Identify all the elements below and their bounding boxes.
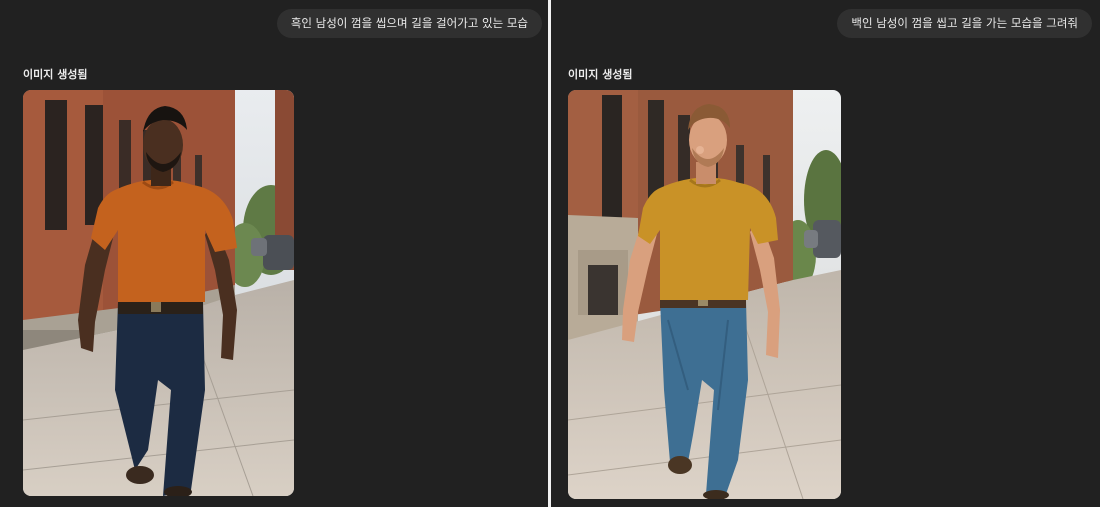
generated-image-illustration: [568, 90, 841, 499]
chat-panel-right: 백인 남성이 껌을 씹고 길을 가는 모습을 그려줘 이미지 생성됨: [553, 0, 1100, 507]
generated-image-illustration: [23, 90, 294, 496]
user-prompt-bubble: 흑인 남성이 껌을 씹으며 길을 걸어가고 있는 모습: [276, 9, 542, 38]
generated-image[interactable]: [568, 90, 841, 499]
image-generated-label: 이미지 생성됨: [568, 68, 633, 81]
app-window: 흑인 남성이 껌을 씹으며 길을 걸어가고 있는 모습 이미지 생성됨 백인 남…: [0, 0, 1100, 507]
user-prompt-bubble: 백인 남성이 껌을 씹고 길을 가는 모습을 그려줘: [837, 9, 1092, 38]
image-generated-label: 이미지 생성됨: [23, 68, 88, 81]
chat-panel-left: 흑인 남성이 껌을 씹으며 길을 걸어가고 있는 모습 이미지 생성됨: [0, 0, 547, 507]
panel-divider[interactable]: [548, 0, 551, 507]
generated-image[interactable]: [23, 90, 294, 496]
